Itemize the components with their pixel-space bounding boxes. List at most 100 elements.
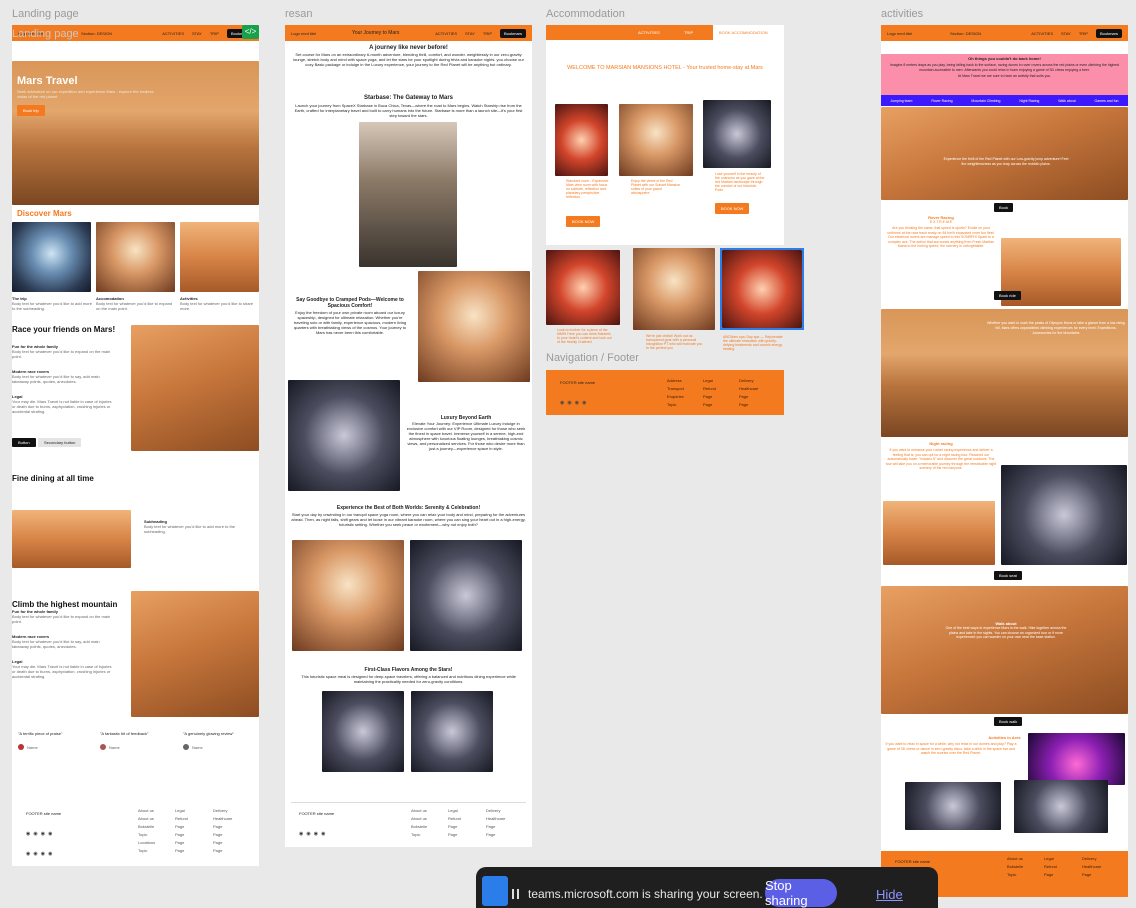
nav-footer-component[interactable]: FOOTER site name ◉◉◉◉ Address Transport … (546, 370, 784, 415)
frame-label-navfooter[interactable]: Navigation / Footer (546, 352, 639, 364)
footer-link[interactable]: Healthcare (1082, 863, 1101, 871)
footer-link[interactable]: Delivery (486, 807, 505, 815)
book-ride-button[interactable]: Book ride (994, 291, 1021, 300)
nav-link-trip[interactable]: TRIP (210, 31, 219, 36)
footer-link[interactable]: Bokstelle (1007, 863, 1023, 871)
footer-link[interactable]: About us (138, 807, 155, 815)
footer-link[interactable]: Topic (1007, 871, 1023, 879)
card-trip[interactable]: The trip Body text for whatever you'd li… (12, 296, 92, 311)
frame-label-activities[interactable]: activities (881, 8, 923, 20)
footer-link[interactable]: About us (1007, 855, 1023, 863)
footer-link[interactable]: Delivery (1082, 855, 1101, 863)
nav-link-stay[interactable]: STAY (192, 31, 202, 36)
frame-label-accommodation[interactable]: Accommodation (546, 8, 625, 20)
footer-site-name[interactable]: FOOTER site name (895, 859, 930, 864)
tab-games[interactable]: Games and fun (1095, 99, 1119, 103)
social-icons[interactable]: ◉◉◉◉ (560, 400, 589, 406)
footer-link[interactable]: Page (448, 823, 461, 831)
nav-link-stay[interactable]: STAY (1061, 31, 1071, 36)
selected-room-frame[interactable] (720, 248, 804, 330)
footer-link[interactable]: About us (411, 815, 427, 823)
footer-link[interactable]: Locations (138, 839, 155, 847)
footer-link[interactable]: Page (739, 401, 758, 409)
footer-link[interactable]: Page (213, 839, 232, 847)
tab-mountain-climbing[interactable]: Mountain Climbing (971, 99, 1000, 103)
footer-link[interactable]: Page (703, 393, 716, 401)
footer-link[interactable]: Legal (703, 377, 716, 385)
footer-link[interactable]: Legal (1044, 855, 1057, 863)
footer-link[interactable]: Page (213, 831, 232, 839)
footer-link[interactable]: Refund (448, 815, 461, 823)
footer-link[interactable]: Page (486, 831, 505, 839)
footer-site-name[interactable]: FOOTER site name (26, 811, 61, 816)
footer-link[interactable]: Topic (138, 831, 155, 839)
footer-link[interactable]: Page (175, 839, 188, 847)
footer-link[interactable]: Bokstelle (138, 823, 155, 831)
code-icon[interactable]: </> (242, 25, 259, 39)
footer-link[interactable]: Refund (175, 815, 188, 823)
secondary-button[interactable]: Secondary button (38, 438, 82, 447)
tab-rover-racing[interactable]: Rover Racing (931, 99, 952, 103)
primary-button[interactable]: Button (12, 438, 36, 447)
footer-link[interactable]: Legal (448, 807, 461, 815)
nav-link-activities[interactable]: ACTIVITIES (1031, 31, 1053, 36)
footer-link[interactable]: Page (448, 831, 461, 839)
landing-frame[interactable]: Logo med titel Section: DESIGN ACTIVITIE… (12, 25, 259, 866)
footer-link[interactable]: Refund (703, 385, 716, 393)
footer-link[interactable]: Page (739, 393, 758, 401)
nav-link-trip[interactable]: TRIP (483, 31, 492, 36)
nav-link-trip[interactable]: TRIP (1079, 31, 1088, 36)
footer-link[interactable]: Refund (1044, 863, 1057, 871)
footer-link[interactable]: Healthcare (213, 815, 232, 823)
footer-link[interactable]: Page (175, 847, 188, 855)
hero-book-button[interactable]: Book trip (17, 105, 45, 116)
nav-cta-button[interactable]: Bookmars (1095, 28, 1122, 38)
footer-link[interactable]: Topic (138, 847, 155, 855)
footer-link[interactable]: Page (1082, 871, 1101, 879)
footer-link[interactable]: Legal (175, 807, 188, 815)
resan-frame[interactable]: Logo med titel Your Journey to Mars ACTI… (285, 25, 532, 847)
footer-link[interactable]: Healthcare (486, 815, 505, 823)
book-now-button-2[interactable]: BOOK NOW (715, 203, 750, 214)
nav-link-activities[interactable]: ACTIVITIES (638, 30, 660, 35)
footer-link[interactable]: Enquiries (667, 393, 684, 401)
footer-link[interactable]: Page (703, 401, 716, 409)
frame-label-landing[interactable]: Landing page (12, 8, 79, 20)
teams-app-icon[interactable] (482, 876, 508, 906)
frame-label-resan[interactable]: resan (285, 8, 313, 20)
jump-book-button[interactable]: Book (994, 203, 1014, 212)
footer-link[interactable]: Page (213, 847, 232, 855)
footer-link[interactable]: Page (486, 823, 505, 831)
tab-night-racing[interactable]: Night Racing (1019, 99, 1039, 103)
footer-link[interactable]: Transport (667, 385, 684, 393)
footer-link[interactable]: Delivery (739, 377, 758, 385)
nav-link-activities[interactable]: ACTIVITIES (162, 31, 184, 36)
social-icons[interactable]: ◉◉◉◉ (26, 831, 55, 837)
book-seat-button[interactable]: Book seat (994, 571, 1022, 580)
social-icons[interactable]: ◉◉◉◉ (299, 831, 328, 837)
tab-walk-about[interactable]: Walk about (1058, 99, 1075, 103)
stop-sharing-button[interactable]: Stop sharing (765, 878, 837, 908)
footer-site-name[interactable]: FOOTER site name (560, 380, 595, 385)
footer-link[interactable]: About us (411, 807, 427, 815)
footer-link[interactable]: Page (213, 823, 232, 831)
nav-link-stay[interactable]: STAY (465, 31, 475, 36)
nav-link-activities[interactable]: ACTIVITIES (435, 31, 457, 36)
accommodation-frame[interactable]: ACTIVITIES TRIP BOOK ACCOMMODATION WELCO… (546, 25, 784, 245)
nav-logo[interactable]: Logo med titel (291, 31, 316, 36)
footer-link[interactable]: Address (667, 377, 684, 385)
footer-link[interactable]: Delivery (213, 807, 232, 815)
hide-link[interactable]: Hide (876, 887, 903, 902)
footer-link[interactable]: About us (138, 815, 155, 823)
footer-link[interactable]: Page (1044, 871, 1057, 879)
footer-link[interactable]: Bokstelle (411, 823, 427, 831)
footer-site-name[interactable]: FOOTER site name (299, 811, 334, 816)
book-walk-button[interactable]: Book walk (994, 717, 1023, 726)
social-icons[interactable]: ◉◉◉◉ (26, 851, 55, 857)
activities-frame[interactable]: Logo med titel Section: DESIGN ACTIVITIE… (881, 25, 1128, 897)
footer-link[interactable]: Topic (411, 831, 427, 839)
footer-link[interactable]: Page (175, 823, 188, 831)
nav-link-trip[interactable]: TRIP (684, 30, 693, 35)
footer-link[interactable]: Topic (667, 401, 684, 409)
footer-link[interactable]: Healthcare (739, 385, 758, 393)
